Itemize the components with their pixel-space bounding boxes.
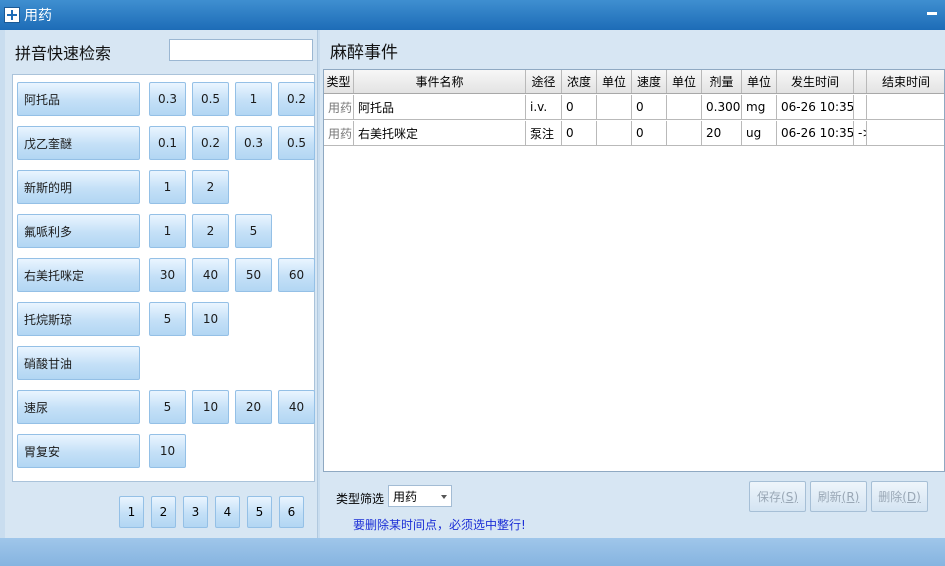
type-filter-label: 类型筛选	[336, 492, 385, 506]
column-header[interactable]: 单位	[742, 70, 777, 93]
table-cell: 阿托品	[354, 95, 526, 119]
dose-button[interactable]: 50	[235, 258, 272, 292]
column-header[interactable]: 结束时间	[867, 70, 944, 93]
dose-button[interactable]: 2	[192, 214, 229, 248]
table-cell	[667, 95, 702, 119]
column-header[interactable]: 浓度	[562, 70, 597, 93]
drug-button[interactable]: 右美托咪定	[17, 258, 140, 292]
save-button[interactable]: 保存 (S)	[749, 481, 806, 512]
table-row[interactable]: 用药右美托咪定泵注0020ug06-26 10:35->	[324, 121, 944, 146]
dose-button[interactable]: 10	[192, 302, 229, 336]
column-header[interactable]: 剂量	[702, 70, 742, 93]
table-row[interactable]: 用药 阿托品 i.v. 0 0 0.300 mg 06-26 10:35	[324, 95, 944, 120]
drug-button[interactable]: 速尿	[17, 390, 140, 424]
dose-button[interactable]: 40	[192, 258, 229, 292]
table-cell: ug	[742, 121, 777, 145]
table-cell: 0	[562, 95, 597, 119]
dose-button[interactable]: 5	[149, 390, 186, 424]
table-cell	[667, 121, 702, 145]
dropdown-arrow-icon[interactable]	[441, 495, 447, 499]
section-title: 麻醉事件	[330, 43, 398, 63]
app-icon	[4, 7, 20, 23]
dose-button[interactable]: 1	[235, 82, 272, 116]
drug-button-list: 阿托品 0.3 0.5 1 0.2 戊乙奎醚 0.1 0.2 0.3 0.5 新斯的明 1 2 氟哌利多 1…	[12, 74, 315, 482]
dose-button[interactable]: 20	[235, 390, 272, 424]
column-header[interactable]: 事件名称	[354, 70, 526, 93]
table-cell: 0	[632, 95, 667, 119]
drug-button[interactable]: 胃复安	[17, 434, 140, 468]
dose-button[interactable]: 5	[235, 214, 272, 248]
column-header[interactable]: 发生时间	[777, 70, 854, 93]
drug-button[interactable]: 托烷斯琼	[17, 302, 140, 336]
column-header[interactable]: 途径	[526, 70, 562, 93]
column-header[interactable]: 速度	[632, 70, 667, 93]
refresh-button[interactable]: 刷新 (R)	[810, 481, 867, 512]
quick-search-panel: 拼音快速检索 阿托品 0.3 0.5 1 0.2 戊乙奎醚 0.1 0.2 0.3 0.5 新斯的明…	[5, 30, 318, 538]
table-cell: 右美托咪定	[354, 121, 526, 145]
drug-button[interactable]: 氟哌利多	[17, 214, 140, 248]
page-button[interactable]: 2	[151, 496, 176, 528]
dose-button[interactable]: 0.3	[149, 82, 186, 116]
drug-button[interactable]: 阿托品	[17, 82, 140, 116]
pinyin-search-input[interactable]	[169, 39, 313, 61]
table-cell: 0.300	[702, 95, 742, 119]
table-cell: 泵注	[526, 121, 562, 145]
table-cell: 06-26 10:35	[777, 121, 854, 145]
page-button[interactable]: 1	[119, 496, 144, 528]
window-title: 用药	[24, 8, 52, 24]
drug-button[interactable]: 硝酸甘油	[17, 346, 140, 380]
table-cell: 用药	[324, 121, 354, 145]
table-cell: i.v.	[526, 95, 562, 119]
dose-button[interactable]: 0.1	[149, 126, 186, 160]
drug-button[interactable]: 戊乙奎醚	[17, 126, 140, 160]
dose-button[interactable]: 30	[149, 258, 186, 292]
table-header: 类型 事件名称 途径 浓度 单位 速度 单位 剂量 单位 发生时间 结束时间	[324, 70, 944, 94]
status-bar	[0, 538, 945, 566]
type-filter-select[interactable]: 用药	[388, 485, 452, 507]
table-cell: 0	[562, 121, 597, 145]
dose-button[interactable]: 5	[149, 302, 186, 336]
dose-button[interactable]: 0.5	[192, 82, 229, 116]
table-cell	[867, 95, 944, 119]
page-button[interactable]: 3	[183, 496, 208, 528]
table-cell	[597, 95, 632, 119]
dose-button[interactable]: 1	[149, 170, 186, 204]
column-header[interactable]: 单位	[597, 70, 632, 93]
dose-button[interactable]: 10	[192, 390, 229, 424]
delete-hint: 要删除某时间点，必须选中整行!	[353, 518, 526, 532]
table-cell: ->	[854, 121, 867, 145]
page-button[interactable]: 4	[215, 496, 240, 528]
dose-button[interactable]: 0.2	[192, 126, 229, 160]
drug-button[interactable]: 新斯的明	[17, 170, 140, 204]
column-header[interactable]: 单位	[667, 70, 702, 93]
dose-button[interactable]: 60	[278, 258, 315, 292]
dose-button[interactable]: 2	[192, 170, 229, 204]
page-button[interactable]: 6	[279, 496, 304, 528]
table-cell: 20	[702, 121, 742, 145]
dose-button[interactable]: 0.2	[278, 82, 315, 116]
table-cell: 06-26 10:35	[777, 95, 854, 119]
table-cell: mg	[742, 95, 777, 119]
search-label: 拼音快速检索	[15, 44, 112, 63]
table-cell	[597, 121, 632, 145]
anesthesia-events-panel: 麻醉事件 类型 事件名称 途径 浓度 单位 速度 单位 剂量 单位 发生时间 结束时间 用药 阿托品 i…	[320, 30, 945, 538]
title-bar: 用药	[0, 0, 945, 30]
events-table[interactable]: 类型 事件名称 途径 浓度 单位 速度 单位 剂量 单位 发生时间 结束时间 用药 阿托品 i.v. 0 0…	[323, 69, 945, 472]
type-filter-value: 用药	[393, 489, 418, 504]
column-header[interactable]: 类型	[324, 70, 354, 93]
dose-button[interactable]: 0.5	[278, 126, 315, 160]
delete-button[interactable]: 删除 (D)	[871, 481, 928, 512]
dose-button[interactable]: 10	[149, 434, 186, 468]
dose-button[interactable]: 0.3	[235, 126, 272, 160]
page-button[interactable]: 5	[247, 496, 272, 528]
dose-button[interactable]: 1	[149, 214, 186, 248]
table-cell: 用药	[324, 95, 354, 119]
table-cell	[867, 121, 944, 145]
table-cell	[854, 95, 867, 119]
column-header[interactable]	[854, 70, 867, 93]
dose-button[interactable]: 40	[278, 390, 315, 424]
minimize-icon[interactable]	[927, 12, 937, 15]
table-cell: 0	[632, 121, 667, 145]
